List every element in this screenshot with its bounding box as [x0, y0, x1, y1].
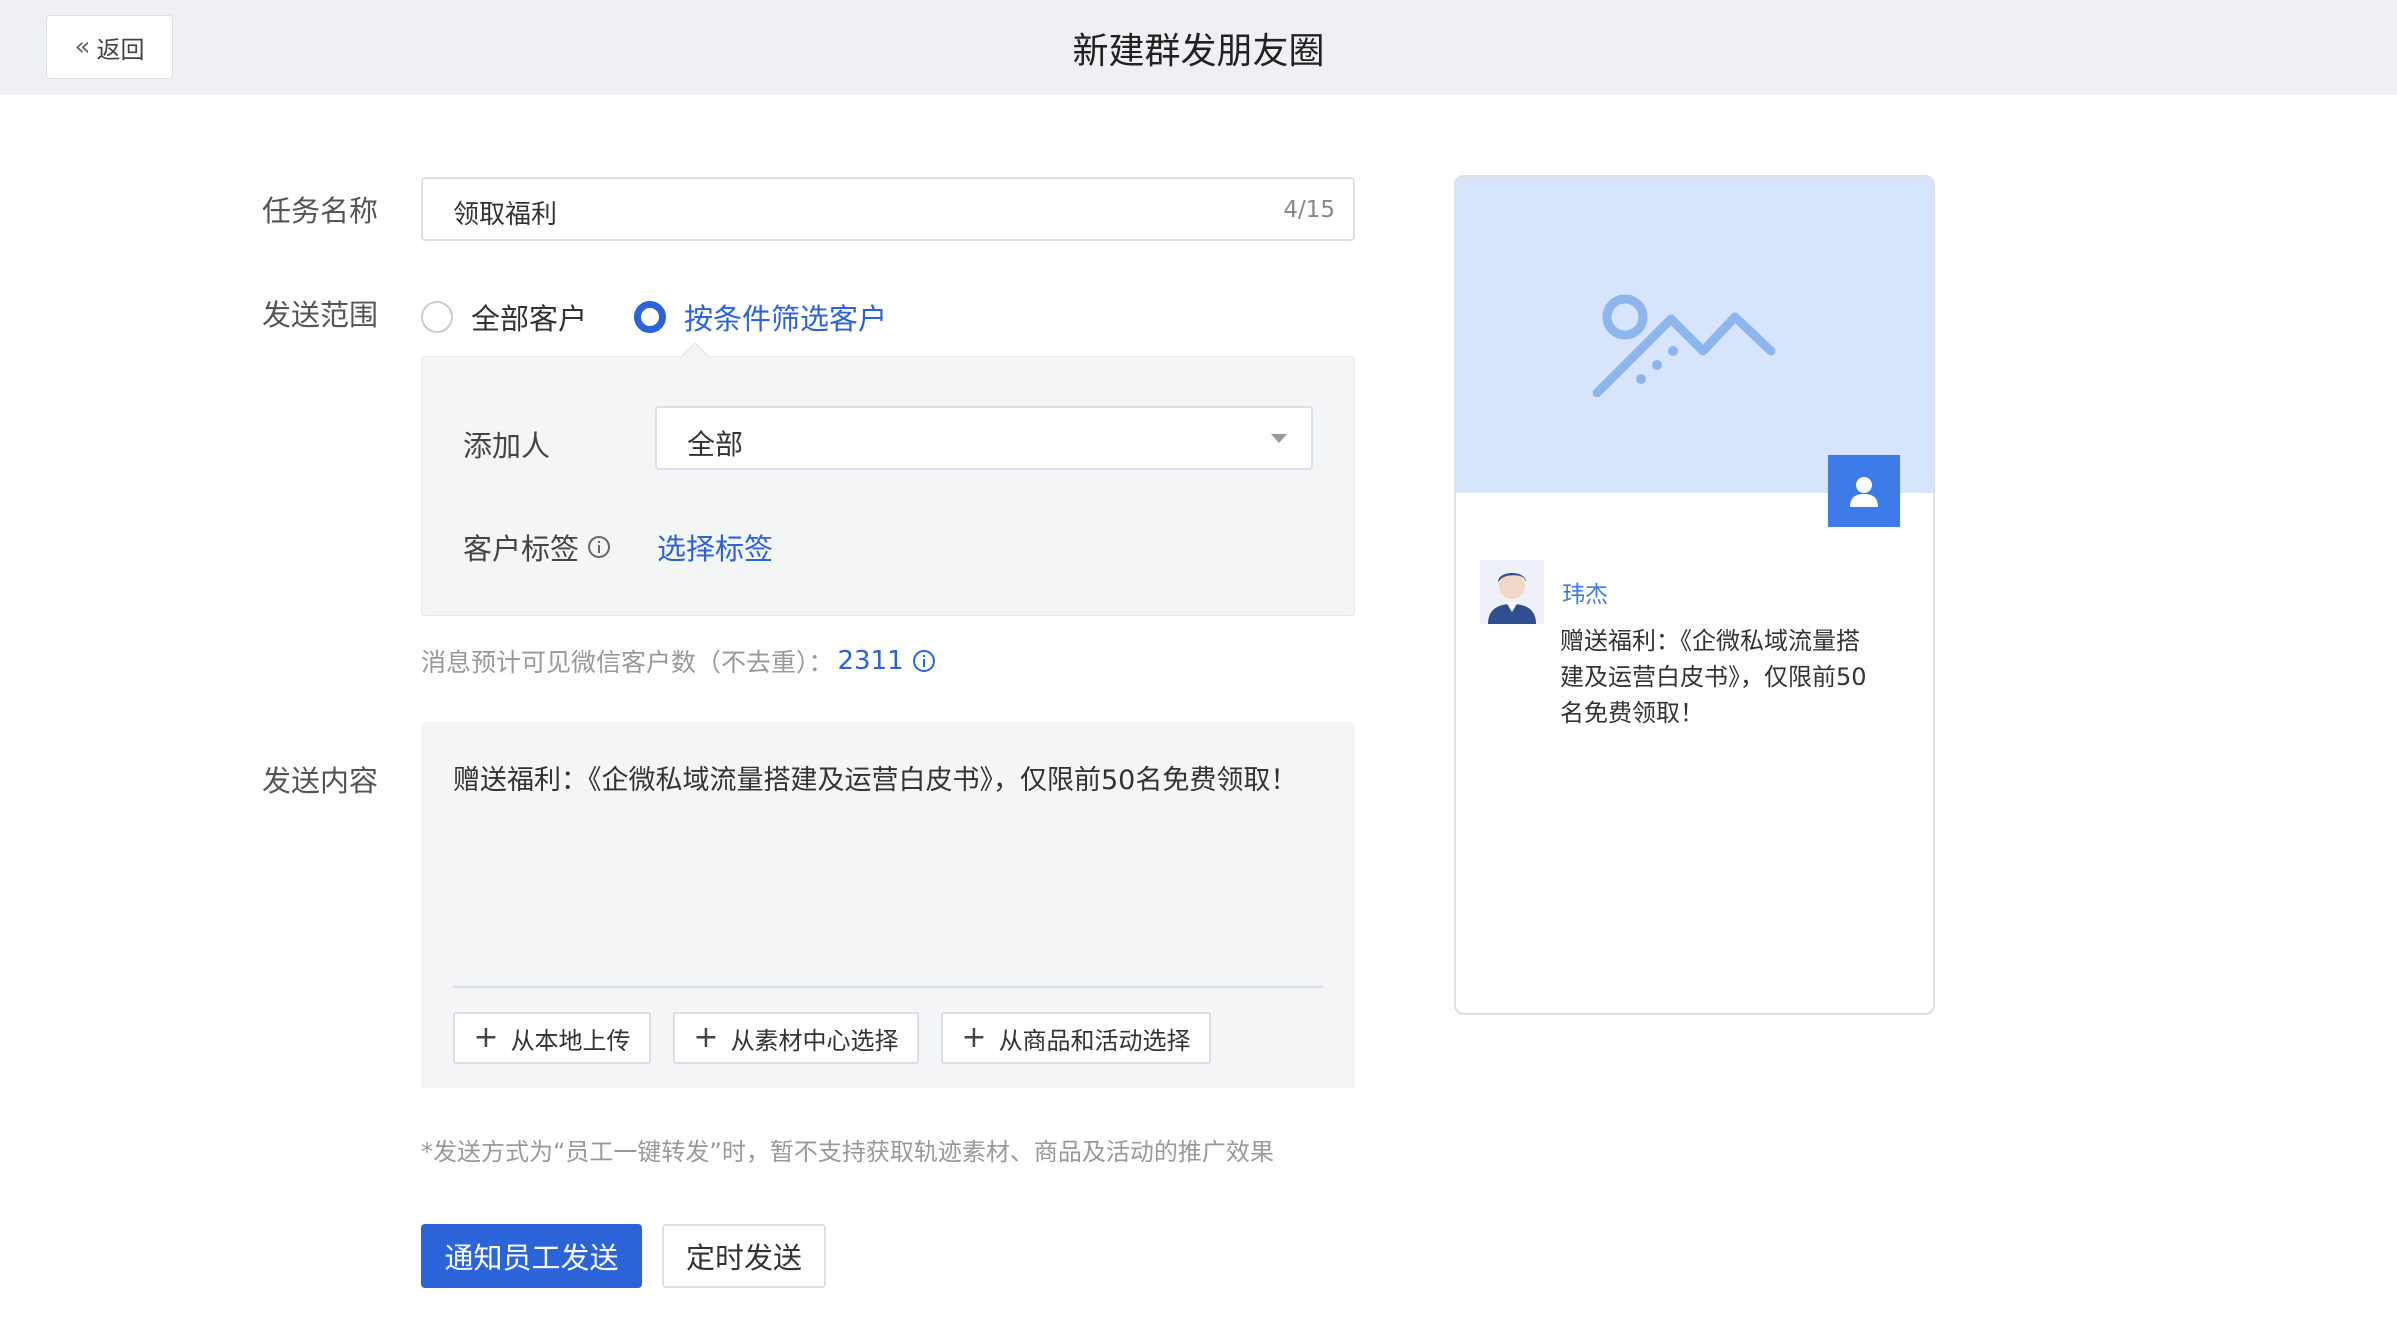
page-title: 新建群发朋友圈 [1072, 30, 1325, 72]
product-activity-button[interactable]: + 从商品和活动选择 [941, 1012, 1211, 1064]
radio-checked-icon [634, 301, 666, 333]
person-avatar-icon [1488, 573, 1536, 624]
upload-local-label: 从本地上传 [510, 1026, 631, 1055]
adder-select[interactable]: 全部 [655, 406, 1313, 470]
task-name-counter: 4/15 [1283, 197, 1335, 223]
estimate-text: 消息预计可见微信客户数（不去重）： [421, 648, 834, 677]
moments-preview: 玮杰 赠送福利：《企微私域流量搭建及运营白皮书》，仅限前50名免费领取！ [1454, 175, 1935, 1015]
adder-label: 添加人 [463, 429, 551, 463]
estimate-row: 消息预计可见微信客户数（不去重）： 2311 [421, 643, 936, 679]
preview-cover [1456, 177, 1933, 493]
scope-label: 发送范围 [262, 298, 379, 332]
back-label: 返回 [96, 35, 145, 64]
caret-down-icon [1271, 434, 1287, 443]
task-name-value: 领取福利 [453, 200, 558, 230]
content-label: 发送内容 [262, 764, 379, 798]
filter-panel [421, 356, 1355, 616]
select-tag-link[interactable]: 选择标签 [657, 526, 773, 568]
material-center-button[interactable]: + 从素材中心选择 [673, 1012, 919, 1064]
double-chevron-left-icon: « [74, 32, 91, 62]
radio-filter-label: 按条件筛选客户 [684, 302, 888, 336]
tag-label-group: 客户标签 [463, 526, 611, 568]
product-activity-label: 从商品和活动选择 [998, 1026, 1191, 1055]
task-name-label: 任务名称 [262, 194, 379, 228]
task-name-input[interactable]: 领取福利 4/15 [421, 177, 1355, 241]
avatar [1480, 560, 1544, 624]
panel-caret-inner [682, 344, 708, 357]
plus-icon: + [961, 1020, 987, 1055]
radio-unchecked-icon [421, 301, 453, 333]
info-icon [588, 536, 611, 558]
notify-send-button[interactable]: 通知员工发送 [421, 1224, 642, 1288]
upload-local-button[interactable]: + 从本地上传 [453, 1012, 651, 1064]
preview-user-name: 玮杰 [1562, 582, 1608, 608]
image-placeholder-icon [1592, 294, 1776, 397]
content-divider [453, 986, 1323, 988]
adder-select-value: 全部 [687, 428, 744, 461]
radio-all-label: 全部客户 [471, 302, 588, 336]
user-icon [1828, 455, 1900, 527]
preview-text: 赠送福利：《企微私域流量搭建及运营白皮书》，仅限前50名免费领取！ [1560, 627, 1867, 727]
radio-all-customers[interactable]: 全部客户 [421, 296, 587, 338]
radio-filter-customers[interactable]: 按条件筛选客户 [634, 296, 887, 338]
send-note: *发送方式为“员工一键转发”时，暂不支持获取轨迹素材、商品及活动的推广效果 [421, 1138, 1274, 1166]
estimate-count: 2311 [837, 646, 904, 676]
info-icon [912, 650, 935, 672]
back-button[interactable]: « 返回 [46, 15, 173, 79]
content-textarea[interactable]: 赠送福利：《企微私域流量搭建及运营白皮书》，仅限前50名免费领取！ [453, 758, 1313, 797]
plus-icon: + [473, 1020, 499, 1055]
material-center-label: 从素材中心选择 [730, 1026, 899, 1055]
tag-label: 客户标签 [463, 532, 580, 566]
plus-icon: + [693, 1020, 719, 1055]
schedule-send-button[interactable]: 定时发送 [662, 1224, 826, 1288]
